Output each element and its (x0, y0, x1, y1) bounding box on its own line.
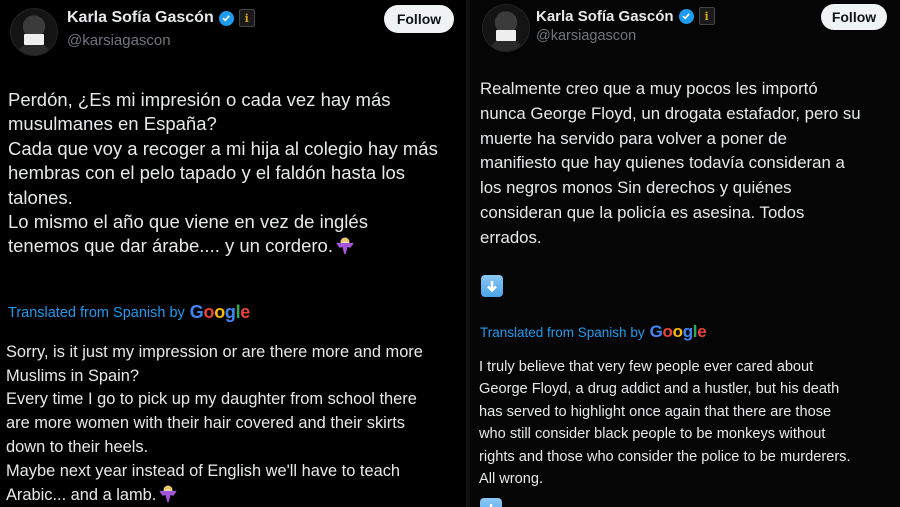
google-logo: Google (189, 302, 251, 322)
translated-line: Muslims in Spain? (6, 366, 139, 385)
translated-line: Maybe next year instead of English we'll… (6, 461, 400, 480)
original-line: Cada que voy a recoger a mi hija al cole… (8, 137, 438, 159)
tweet-original-text: Realmente creo que a muy pocos les impor… (480, 77, 861, 251)
translated-line: Arabic... and a lamb. (6, 486, 157, 505)
info-badge-icon: i (238, 9, 255, 27)
original-line: hembras con el pelo tapado y el faldón h… (8, 162, 405, 184)
avatar[interactable] (482, 4, 530, 52)
tweet-header: Karla Sofía Gascón i @karsiagascon Follo… (470, 0, 900, 60)
author-handle[interactable]: @karsiagascon (536, 28, 636, 44)
avatar-card (24, 34, 44, 45)
author-name[interactable]: Karla Sofía Gascón (536, 8, 674, 25)
original-line: Perdón, ¿Es mi impresión o cada vez hay … (8, 89, 391, 110)
original-line: manifiesto que hay quienes todavía consi… (480, 153, 845, 173)
original-line: talones. (8, 186, 73, 208)
original-line: consideran que la policía es asesina. To… (480, 202, 805, 222)
translated-line: has served to highlight once again that … (479, 403, 832, 420)
translated-line: Sorry, is it just my impression or are t… (6, 343, 423, 361)
original-line: Realmente creo que a muy pocos les impor… (480, 79, 818, 98)
original-line: tenemos que dar árabe.... y un cordero. (8, 235, 333, 257)
original-line: nunca George Floyd, un drogata estafador… (480, 103, 861, 123)
translated-line: I truly believe that very few people eve… (479, 359, 814, 375)
tweet-panel-left: Karla Sofía Gascón i @karsiagascon Follo… (0, 0, 466, 507)
translated-by-google-link[interactable]: Translated from Spanish by Google (480, 322, 707, 342)
original-line: musulmanes en España? (8, 113, 217, 135)
google-logo: Google (649, 322, 707, 341)
translated-line: Every time I go to pick up my daughter f… (6, 390, 417, 409)
follow-button[interactable]: Follow (384, 5, 454, 33)
info-badge-icon: i (698, 7, 715, 25)
tweet-original-text: Perdón, ¿Es mi impresión o cada vez hay … (8, 88, 438, 259)
author-name-row: Karla Sofía Gascón i (67, 9, 255, 27)
shrug-emoji-icon (159, 485, 177, 503)
tweet-translated-text: I truly believe that very few people eve… (479, 356, 851, 490)
author-handle[interactable]: @karsiagascon (67, 32, 171, 49)
translated-by-google-link[interactable]: Translated from Spanish by Google (8, 302, 250, 323)
translated-line: are more women with their hair covered a… (6, 414, 406, 433)
verified-badge-icon (678, 8, 694, 24)
screenshot-canvas: Karla Sofía Gascón i @karsiagascon Follo… (0, 0, 900, 507)
down-arrow-emoji-icon (481, 275, 503, 297)
avatar[interactable] (10, 8, 58, 56)
tweet-header: Karla Sofía Gascón i @karsiagascon Follo… (0, 0, 466, 60)
shrug-emoji-icon (336, 237, 354, 255)
original-line: errados. (480, 227, 542, 247)
translated-line: who still consider black people to be mo… (479, 426, 826, 443)
down-arrow-emoji-icon (480, 498, 502, 507)
follow-button[interactable]: Follow (821, 4, 887, 30)
avatar-card (496, 30, 516, 41)
tweet-translated-text: Sorry, is it just my impression or are t… (6, 341, 423, 507)
tweet-panel-right: Karla Sofía Gascón i @karsiagascon Follo… (470, 0, 900, 507)
original-line: Lo mismo el año que viene en vez de ingl… (8, 211, 368, 233)
author-name-row: Karla Sofía Gascón i (536, 7, 715, 25)
translated-line: All wrong. (479, 471, 544, 488)
original-line: muerte ha servido para volver a poner de (480, 128, 787, 148)
translated-label: Translated from Spanish by (8, 304, 185, 321)
author-name[interactable]: Karla Sofía Gascón (67, 9, 214, 27)
translated-line: rights and those who consider the police… (479, 448, 851, 465)
translated-label: Translated from Spanish by (480, 324, 645, 340)
verified-badge-icon (218, 10, 234, 26)
translated-line: George Floyd, a drug addict and a hustle… (479, 381, 840, 398)
original-line: los negros monos Sin derechos y quiénes (480, 178, 792, 198)
translated-line: down to their heels. (6, 437, 149, 456)
